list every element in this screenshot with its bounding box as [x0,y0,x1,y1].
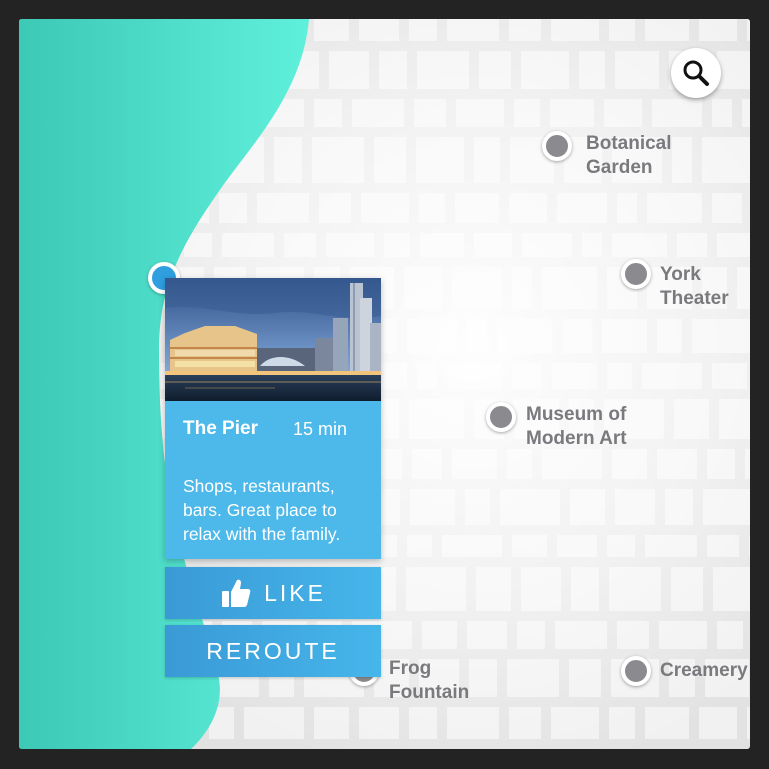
map-pin-icon[interactable] [542,131,572,161]
map-pin-icon[interactable] [621,656,651,686]
map-view[interactable]: Botanical Garden York Theater Museum of … [19,19,750,749]
place-title: The Pier [183,418,258,439]
search-icon [683,60,709,86]
harbor-photo [165,278,381,401]
search-button[interactable] [671,48,721,98]
place-description: Shops, restaurants, bars. Great place to… [183,476,341,544]
map-pin-icon[interactable] [486,402,516,432]
reroute-button[interactable]: REROUTE [165,625,381,677]
poi-label-york-theater[interactable]: York Theater [660,263,729,311]
map-canvas[interactable] [19,19,750,749]
like-label: LIKE [264,579,326,606]
poi-label-botanical-garden[interactable]: Botanical Garden [586,132,672,180]
thumbs-up-icon [222,579,251,607]
place-card: The Pier 15 min Shops, restaurants, bars… [165,278,381,559]
map-pin-icon[interactable] [621,259,651,289]
like-button[interactable]: LIKE [165,567,381,619]
poi-label-creamery[interactable]: Creamery [660,659,748,683]
poi-label-museum[interactable]: Museum of Modern Art [526,403,627,451]
travel-time: 15 min [293,419,348,439]
reroute-label: REROUTE [206,637,340,664]
poi-label-frog-fountain[interactable]: Frog Fountain [389,657,469,705]
